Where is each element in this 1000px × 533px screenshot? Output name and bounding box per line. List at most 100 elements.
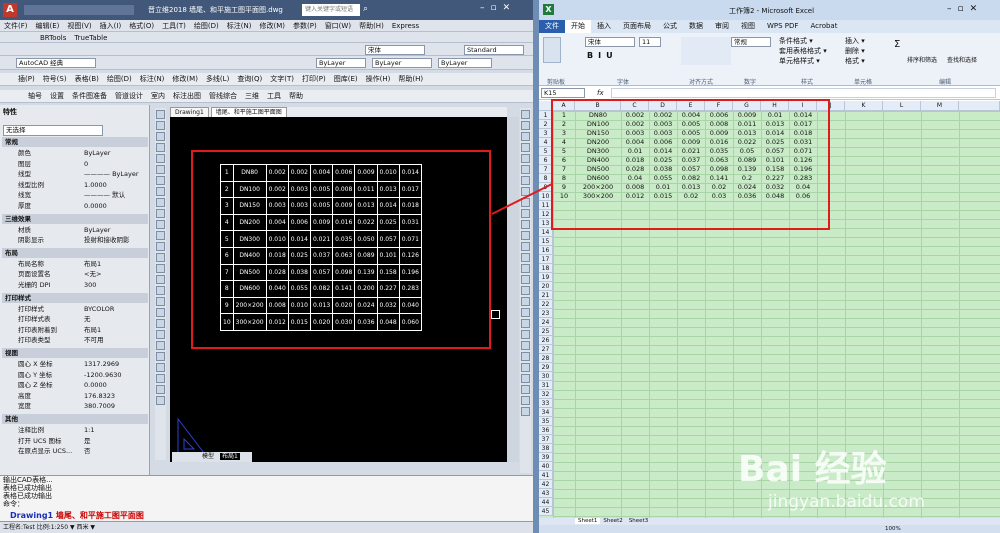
row-header[interactable]: 27 bbox=[539, 345, 553, 354]
tmenu-6[interactable]: 多线(L) bbox=[202, 73, 233, 85]
row-header[interactable]: 43 bbox=[539, 489, 553, 498]
props-row[interactable]: 光栅的 DPI 300 bbox=[2, 280, 148, 290]
toolbar-tool-icon[interactable] bbox=[156, 341, 165, 350]
cmd-tab-drawing1[interactable]: Drawing1 bbox=[10, 511, 53, 520]
row-header[interactable]: 28 bbox=[539, 354, 553, 363]
row-header[interactable]: 31 bbox=[539, 381, 553, 390]
row-header[interactable]: 42 bbox=[539, 480, 553, 489]
row-header[interactable]: 35 bbox=[539, 417, 553, 426]
menu-draw[interactable]: 绘图(D) bbox=[190, 20, 223, 32]
row-header[interactable]: 37 bbox=[539, 435, 553, 444]
cmd-line[interactable]: 命令： bbox=[3, 500, 533, 508]
props-row[interactable]: 阴影显示 投射和接收阴影 bbox=[2, 235, 148, 245]
sheet-tab-1[interactable]: Sheet1 bbox=[575, 518, 601, 524]
command-window[interactable]: 输出CAD表格... 表格已成功输出 表格已成功输出 命令： Drawing1 … bbox=[0, 475, 533, 521]
font-select[interactable]: 宋体 bbox=[365, 45, 425, 55]
toolbar-tool-icon[interactable] bbox=[156, 253, 165, 262]
excel-logo-icon[interactable]: X bbox=[543, 4, 554, 15]
toolbar-tool-icon[interactable] bbox=[521, 242, 530, 251]
row-header[interactable]: 41 bbox=[539, 471, 553, 480]
toolbar-tool-icon[interactable] bbox=[521, 407, 530, 416]
search-input[interactable]: 键入关键字或短语 bbox=[302, 4, 360, 16]
toolbar-tool-icon[interactable] bbox=[156, 319, 165, 328]
props-row[interactable]: 高度 176.8323 bbox=[2, 391, 148, 401]
toolbar-tool-icon[interactable] bbox=[521, 275, 530, 284]
formula-input[interactable] bbox=[611, 88, 996, 98]
hmenu-3[interactable]: 管道设计 bbox=[111, 90, 147, 102]
modify-toolbar[interactable] bbox=[520, 108, 531, 473]
toolbar-tool-icon[interactable] bbox=[156, 286, 165, 295]
toolbar-tool-icon[interactable] bbox=[156, 374, 165, 383]
toolbar-tool-icon[interactable] bbox=[156, 396, 165, 405]
hmenu-6[interactable]: 管线综合 bbox=[205, 90, 241, 102]
row-header[interactable]: 23 bbox=[539, 309, 553, 318]
autocad-logo-icon[interactable]: A bbox=[3, 3, 17, 17]
tmenu-12[interactable]: 帮助(H) bbox=[394, 73, 427, 85]
tmenu-5[interactable]: 修改(M) bbox=[168, 73, 202, 85]
row-header[interactable]: 30 bbox=[539, 372, 553, 381]
table-format-button[interactable]: 套用表格格式 ▾ bbox=[779, 46, 827, 56]
tmenu-11[interactable]: 操作(H) bbox=[362, 73, 395, 85]
number-format-select[interactable]: 常规 bbox=[731, 37, 771, 47]
props-row[interactable]: 线型比例 1.0000 bbox=[2, 180, 148, 190]
workspace-select[interactable]: AutoCAD 经典 bbox=[16, 58, 96, 68]
tab-insert[interactable]: 插入 bbox=[591, 20, 617, 33]
toolbar-tool-icon[interactable] bbox=[521, 374, 530, 383]
toolbar-tool-icon[interactable] bbox=[156, 297, 165, 306]
props-section[interactable]: 视图 bbox=[2, 348, 148, 358]
draw-toolbar[interactable] bbox=[155, 108, 166, 460]
row-header[interactable]: 38 bbox=[539, 444, 553, 453]
row-header[interactable]: 22 bbox=[539, 300, 553, 309]
row-header[interactable]: 25 bbox=[539, 327, 553, 336]
sort-filter-button[interactable]: 排序和筛选 bbox=[907, 55, 937, 64]
toolbar-tool-icon[interactable] bbox=[156, 143, 165, 152]
cell-style-button[interactable]: 单元格样式 ▾ bbox=[779, 56, 827, 66]
tmenu-4[interactable]: 标注(N) bbox=[136, 73, 169, 85]
toolbar-tool-icon[interactable] bbox=[156, 132, 165, 141]
props-row[interactable]: 图层 0 bbox=[2, 159, 148, 169]
row-header[interactable]: 16 bbox=[539, 246, 553, 255]
menu-tools[interactable]: 工具(T) bbox=[158, 20, 190, 32]
toolbar-tool-icon[interactable] bbox=[156, 187, 165, 196]
tmenu-0[interactable]: 插(P) bbox=[14, 73, 39, 85]
menu-view[interactable]: 视图(V) bbox=[63, 20, 95, 32]
tmenu-10[interactable]: 图库(E) bbox=[330, 73, 362, 85]
hmenu-5[interactable]: 标注出图 bbox=[169, 90, 205, 102]
menu-express[interactable]: Express bbox=[388, 20, 423, 32]
row-header[interactable]: 45 bbox=[539, 507, 553, 516]
props-row[interactable]: 页面设置名 <无> bbox=[2, 269, 148, 279]
row-header[interactable]: 29 bbox=[539, 363, 553, 372]
tab-view[interactable]: 视图 bbox=[735, 20, 761, 33]
row-header[interactable]: 33 bbox=[539, 399, 553, 408]
quick-access-toolbar[interactable] bbox=[24, 5, 134, 15]
tmenu-3[interactable]: 绘图(D) bbox=[103, 73, 136, 85]
row-header[interactable]: 24 bbox=[539, 318, 553, 327]
menu-insert[interactable]: 插入(I) bbox=[96, 20, 126, 32]
toolbar-tool-icon[interactable] bbox=[521, 132, 530, 141]
row-header[interactable]: 21 bbox=[539, 291, 553, 300]
toolbar-tool-icon[interactable] bbox=[521, 286, 530, 295]
row-header[interactable]: 32 bbox=[539, 390, 553, 399]
selection-select[interactable]: 无选择 bbox=[3, 125, 103, 136]
props-row[interactable]: 打印样式表 无 bbox=[2, 314, 148, 324]
toolbar-tool-icon[interactable] bbox=[156, 352, 165, 361]
toolbar-tool-icon[interactable] bbox=[521, 165, 530, 174]
tab-wps-pdf[interactable]: WPS PDF bbox=[761, 20, 804, 33]
toolbar-tool-icon[interactable] bbox=[521, 121, 530, 130]
toolbar-tool-icon[interactable] bbox=[156, 275, 165, 284]
sheet-tab-3[interactable]: Sheet3 bbox=[626, 518, 651, 524]
alignment-buttons[interactable] bbox=[681, 37, 731, 65]
toolbar-tool-icon[interactable] bbox=[521, 396, 530, 405]
tmenu-2[interactable]: 表格(B) bbox=[71, 73, 103, 85]
vertical-scrollbar[interactable] bbox=[507, 117, 519, 462]
sheet-tab-2[interactable]: Sheet2 bbox=[600, 518, 625, 524]
props-row[interactable]: 打印表附着到 布局1 bbox=[2, 325, 148, 335]
props-section[interactable]: 布局 bbox=[2, 247, 148, 258]
props-row[interactable]: 打印样式 BYCOLOR bbox=[2, 304, 148, 314]
hmenu-4[interactable]: 室内 bbox=[147, 90, 169, 102]
tab-review[interactable]: 审阅 bbox=[709, 20, 735, 33]
hmenu-8[interactable]: 工具 bbox=[263, 90, 285, 102]
row-header[interactable]: 17 bbox=[539, 255, 553, 264]
menu-format[interactable]: 格式(O) bbox=[125, 20, 158, 32]
menu-parameter[interactable]: 参数(P) bbox=[289, 20, 321, 32]
